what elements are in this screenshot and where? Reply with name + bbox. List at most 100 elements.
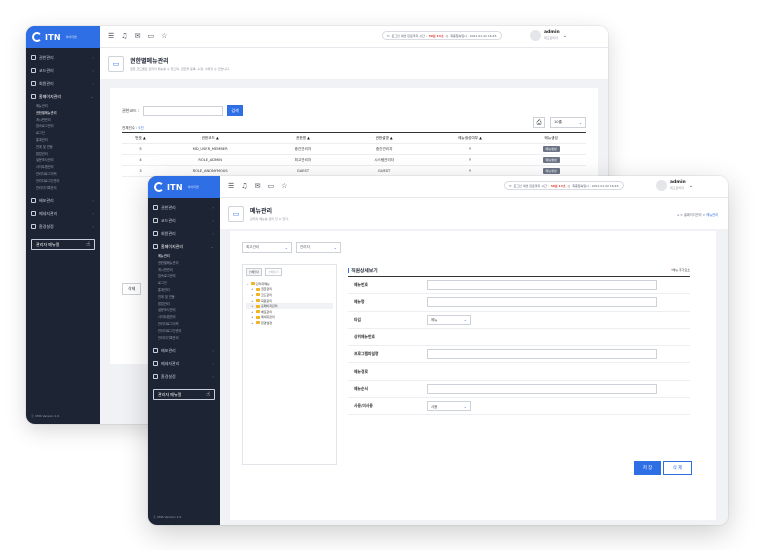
sidebar-item-deploy[interactable]: 배포관리 › bbox=[26, 194, 100, 207]
star-icon[interactable]: ☆ bbox=[281, 183, 287, 190]
program-file-input[interactable] bbox=[427, 349, 657, 360]
sidebar-item-settings[interactable]: 환경설정 › bbox=[26, 220, 100, 233]
search-button[interactable]: 검색 bbox=[227, 105, 243, 116]
menu-no-input[interactable] bbox=[427, 280, 657, 291]
menu-type-select[interactable]: 관리자 ⌄ bbox=[296, 242, 341, 253]
bell-icon[interactable]: ♫ bbox=[241, 183, 247, 190]
plus-icon[interactable]: + bbox=[251, 304, 254, 308]
user-menu[interactable]: admin 최고관리자 ⌄ bbox=[656, 180, 693, 191]
submenu-item[interactable]: 사이트맵관리 bbox=[36, 164, 100, 171]
submenu-item[interactable]: 로그인 bbox=[36, 130, 100, 137]
submenu-item[interactable]: 통계관리 bbox=[158, 287, 220, 294]
create-menu-button[interactable]: 메뉴생성 bbox=[542, 157, 560, 163]
submenu-item[interactable]: 설문조사관리 bbox=[36, 157, 100, 164]
bell-icon[interactable]: ♫ bbox=[121, 33, 127, 40]
sidebar-item-message[interactable]: 메세지관리 › bbox=[26, 207, 100, 220]
submenu-item[interactable]: 관리자로그인관리 bbox=[158, 328, 220, 335]
submenu-item[interactable]: 팝업관리 bbox=[36, 151, 100, 158]
tree-label: 환경설정 bbox=[261, 320, 273, 325]
collapse-all-button[interactable]: 전체닫기 bbox=[265, 268, 282, 276]
create-menu-button[interactable]: 메뉴생성 bbox=[542, 168, 560, 174]
back-logo[interactable]: ITN 아이티엔 bbox=[26, 26, 100, 48]
submenu-item[interactable]: 연계 및 연동 bbox=[158, 294, 220, 301]
type-select[interactable]: 메뉴 ⌄ bbox=[427, 314, 471, 325]
mail-icon[interactable]: ✉ bbox=[255, 183, 261, 190]
submenu-item[interactable]: 메뉴관리 bbox=[36, 103, 100, 110]
hamburger-icon[interactable]: ☰ bbox=[108, 33, 114, 40]
col-header[interactable]: 권한코드 ▲ bbox=[159, 136, 261, 141]
submenu-item[interactable]: 관리자로그인관리 bbox=[36, 178, 100, 185]
expand-all-button[interactable]: 전체열기 bbox=[246, 268, 263, 276]
sidebar-item-member[interactable]: 회원관리 › bbox=[148, 227, 220, 240]
submenu-item[interactable]: 설문조사관리 bbox=[158, 307, 220, 314]
use-select[interactable]: 사용 ⌄ bbox=[427, 401, 471, 412]
breadcrumb: ⌂ > 홈페이지관리 > 메뉴관리 bbox=[677, 212, 718, 217]
save-button[interactable]: 저 장 bbox=[634, 461, 661, 475]
monitor-icon[interactable]: ▭ bbox=[147, 33, 154, 40]
submenu-item[interactable]: 접속로그관리 bbox=[36, 123, 100, 130]
sidebar-item-settings[interactable]: 환경설정 › bbox=[148, 370, 220, 383]
mail-icon[interactable]: ✉ bbox=[135, 33, 141, 40]
plus-icon[interactable]: + bbox=[251, 315, 254, 319]
submenu-item[interactable]: 관리자기록관리 bbox=[158, 335, 220, 342]
refresh-icon[interactable]: ↻ bbox=[387, 34, 390, 38]
plus-icon[interactable]: + bbox=[251, 310, 254, 314]
printer-icon[interactable]: ⎙ bbox=[533, 117, 545, 128]
sidebar-item-auth[interactable]: 권한관리 › bbox=[26, 51, 100, 64]
search-input[interactable] bbox=[143, 105, 224, 116]
plus-icon[interactable]: + bbox=[251, 293, 254, 297]
submenu-item[interactable]: 관리자로그이력 bbox=[158, 321, 220, 328]
sidebar-item-code[interactable]: 코드관리 › bbox=[148, 214, 220, 227]
admin-manual-button[interactable]: 관리자 메뉴얼 ☝ bbox=[31, 239, 95, 251]
submenu-item[interactable]: 통계관리 bbox=[36, 137, 100, 144]
submenu-item[interactable]: 접속로그관리 bbox=[158, 273, 220, 280]
menu-name-input[interactable] bbox=[427, 297, 657, 308]
sidebar-item-deploy[interactable]: 배포관리 › bbox=[148, 344, 220, 357]
col-header[interactable]: 번호 ▲ bbox=[122, 136, 159, 141]
delete-button[interactable]: 삭제 bbox=[122, 283, 142, 295]
submenu-item[interactable]: 권한별메뉴관리 bbox=[158, 260, 220, 267]
table-row[interactable]: 5 MD_USER_MEMBER 중간관리자 중간관리자 Y 메뉴생성 bbox=[122, 144, 586, 155]
sidebar-item-homepage[interactable]: 홈페이지관리 ⌄ bbox=[148, 240, 220, 253]
sidebar-item-member[interactable]: 회원관리 › bbox=[26, 77, 100, 90]
col-header[interactable]: 권한설명 ▲ bbox=[345, 136, 424, 141]
submenu-item[interactable]: 게시판관리 bbox=[36, 117, 100, 124]
plus-icon[interactable]: + bbox=[251, 321, 254, 325]
star-icon[interactable]: ☆ bbox=[161, 33, 167, 40]
monitor-icon[interactable]: ▭ bbox=[267, 183, 274, 190]
hamburger-icon[interactable]: ☰ bbox=[228, 183, 234, 190]
user-menu[interactable]: admin 최고관리자 ⌄ bbox=[530, 30, 567, 41]
col-header[interactable]: 메뉴생성여부 ▲ bbox=[424, 136, 517, 141]
submenu-item[interactable]: 팝업관리 bbox=[158, 301, 220, 308]
submenu-item[interactable]: 게시판관리 bbox=[158, 267, 220, 274]
submenu-item-active[interactable]: 메뉴관리 bbox=[158, 253, 220, 260]
submenu-item[interactable]: 연계 및 연동 bbox=[36, 144, 100, 151]
admin-manual-button[interactable]: 관리자 메뉴얼 ☝ bbox=[153, 389, 215, 401]
col-header[interactable]: 권한명 ▲ bbox=[261, 136, 345, 141]
auth-filter-select[interactable]: 최고관리 ⌄ bbox=[242, 242, 292, 253]
front-logo[interactable]: ITN 아이티엔 bbox=[148, 176, 220, 198]
sidebar-label: 메세지관리 bbox=[161, 360, 180, 366]
tree-node[interactable]: + 환경설정 bbox=[246, 320, 333, 326]
chevron-down-icon[interactable]: ⌄ bbox=[563, 33, 567, 39]
menu-order-input[interactable] bbox=[427, 383, 657, 394]
plus-icon[interactable]: + bbox=[251, 287, 254, 291]
refresh-icon[interactable]: ↻ bbox=[509, 184, 512, 188]
delete-button[interactable]: 삭 제 bbox=[663, 461, 692, 475]
sidebar-item-message[interactable]: 메세지관리 › bbox=[148, 357, 220, 370]
minus-icon[interactable]: − bbox=[246, 282, 249, 286]
plus-icon[interactable]: + bbox=[251, 299, 254, 303]
submenu-item[interactable]: 관리자로그이력 bbox=[36, 171, 100, 178]
create-menu-button[interactable]: 메뉴생성 bbox=[542, 146, 560, 152]
sidebar-item-code[interactable]: 코드관리 › bbox=[26, 64, 100, 77]
page-size-select[interactable]: 10줄 ⌄ bbox=[550, 117, 586, 128]
sidebar-item-homepage[interactable]: 홈페이지관리 ⌄ bbox=[26, 90, 100, 103]
chevron-down-icon[interactable]: ⌄ bbox=[689, 183, 693, 189]
submenu-item[interactable]: 사이트맵관리 bbox=[158, 314, 220, 321]
breadcrumb-path[interactable]: ⌂ > 홈페이지관리 > bbox=[677, 213, 705, 217]
submenu-item[interactable]: 로그인 bbox=[158, 280, 220, 287]
submenu-item[interactable]: 관리자기록관리 bbox=[36, 185, 100, 192]
sidebar-item-auth[interactable]: 권한관리 › bbox=[148, 201, 220, 214]
table-row[interactable]: 4 ROLE_ADMIN 최고관리자 시스템관리자 Y 메뉴생성 bbox=[122, 155, 586, 166]
submenu-item-active[interactable]: 권한별메뉴관리 bbox=[36, 110, 100, 117]
